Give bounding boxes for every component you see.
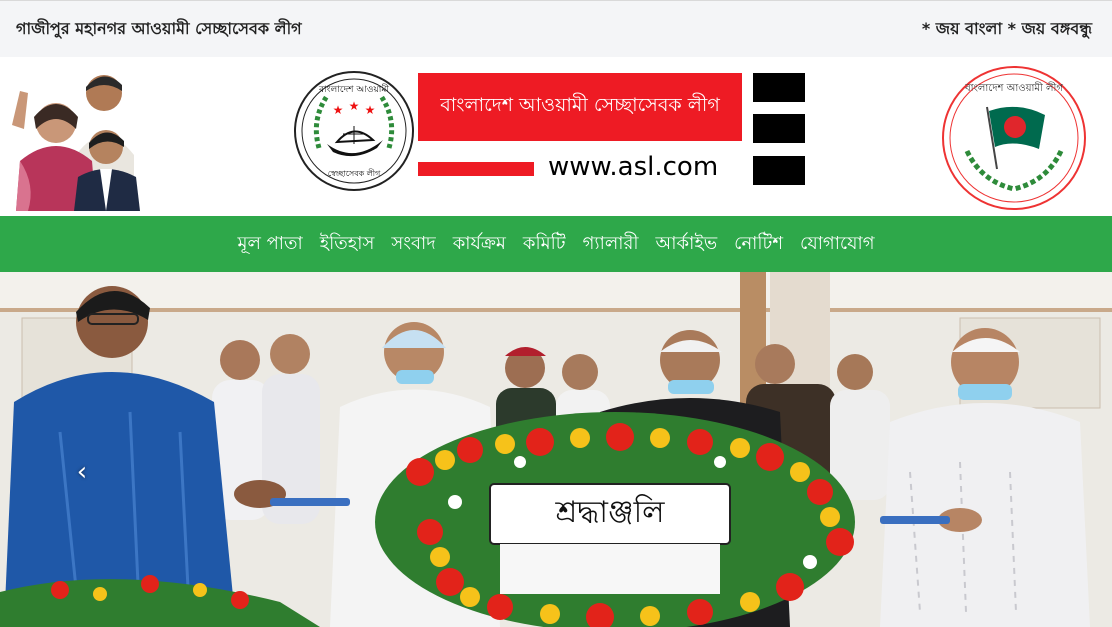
red-strip [418, 162, 534, 176]
slogan-text: * জয় বাংলা * জয় বঙ্গবন্ধু [921, 18, 1092, 38]
menu-icon[interactable] [753, 73, 805, 185]
awami-league-logo: বাংলাদেশ আওয়ামী লীগ [942, 66, 1086, 210]
svg-text:বাংলাদেশ আওয়ামী: বাংলাদেশ আওয়ামী [318, 83, 389, 95]
nav-item-committee[interactable]: কমিটি [523, 229, 566, 260]
svg-text:★: ★ [333, 103, 344, 117]
hero-slider[interactable]: শ্রদ্ধাঞ্জলি ‹ [0, 272, 1112, 627]
menu-bar [753, 156, 805, 185]
nav-item-home[interactable]: মূল পাতা [237, 229, 302, 260]
banner-title: বাংলাদেশ আওয়ামী সেচ্ছাসেবক লীগ [418, 73, 742, 141]
website-url[interactable]: www.asl.com [548, 149, 738, 185]
nav-item-gallery[interactable]: গ্যালারী [583, 229, 639, 260]
nav-item-notice[interactable]: নোটিশ [734, 229, 783, 260]
menu-bar [753, 73, 805, 102]
slider-image: শ্রদ্ধাঞ্জলি [0, 272, 1112, 627]
nav-item-history[interactable]: ইতিহাস [320, 229, 375, 260]
menu-bar [753, 114, 805, 143]
nav-item-news[interactable]: সংবাদ [391, 229, 435, 260]
top-bar: গাজীপুর মহানগর আওয়ামী সেচ্ছাসেবক লীগ * … [0, 0, 1112, 57]
svg-text:শ্রদ্ধাঞ্জলি: শ্রদ্ধাঞ্জলি [554, 494, 665, 530]
swechasebak-league-logo: বাংলাদেশ আওয়ামী ★ ★ ★ স্বেচ্ছাসেবক লীগ [294, 71, 414, 191]
svg-text:বাংলাদেশ আওয়ামী লীগ: বাংলাদেশ আওয়ামী লীগ [964, 81, 1063, 94]
nav-item-activities[interactable]: কার্যক্রম [453, 229, 506, 260]
svg-text:স্বেচ্ছাসেবক লীগ: স্বেচ্ছাসেবক লীগ [328, 168, 381, 178]
nav-item-archive[interactable]: আর্কাইভ [656, 229, 718, 260]
leaders-photo [6, 65, 144, 211]
main-nav: মূল পাতা ইতিহাস সংবাদ কার্যক্রম কমিটি গ্… [0, 216, 1112, 272]
svg-text:★: ★ [349, 99, 360, 113]
svg-text:★: ★ [365, 103, 376, 117]
site-header: বাংলাদেশ আওয়ামী ★ ★ ★ স্বেচ্ছাসেবক লীগ … [0, 57, 1112, 216]
chevron-left-icon[interactable]: ‹ [68, 457, 96, 487]
organization-name: গাজীপুর মহানগর আওয়ামী সেচ্ছাসেবক লীগ [16, 18, 302, 38]
nav-item-contact[interactable]: যোগাযোগ [800, 229, 875, 260]
